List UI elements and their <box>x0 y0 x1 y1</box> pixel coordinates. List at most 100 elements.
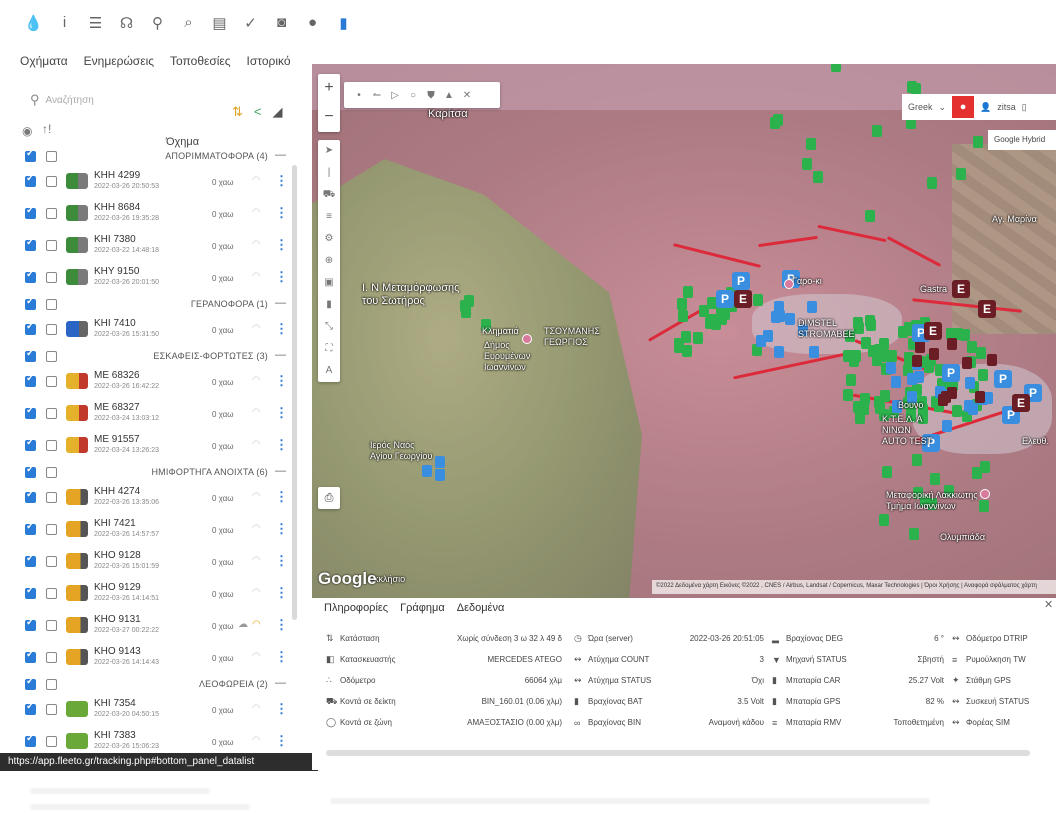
bin-marker[interactable] <box>868 345 878 357</box>
more-options-icon[interactable]: ⋮ <box>275 553 288 569</box>
vehicle-group[interactable]: ΕΣΚΑΦΕΙΣ-ΦΟΡΤΩΤΕΣ (3) — <box>22 346 290 366</box>
more-options-icon[interactable]: ⋮ <box>275 617 288 633</box>
bin-marker[interactable] <box>851 350 861 362</box>
poi-marker[interactable] <box>522 334 532 344</box>
share-icon[interactable]: < <box>254 104 262 120</box>
signal-icon[interactable]: ◢ <box>273 104 283 120</box>
bin-marker[interactable] <box>912 454 922 466</box>
bin-marker[interactable] <box>461 306 471 318</box>
vehicle-select-checkbox[interactable] <box>46 652 57 663</box>
group-select-checkbox[interactable] <box>46 351 57 362</box>
vehicle-row[interactable]: KHI 7410 2022-03-26 15:31:50 0 χαω ◠ ⋮ <box>22 314 290 346</box>
depot-marker[interactable] <box>938 394 948 406</box>
layers-icon[interactable]: ≡ <box>318 206 340 228</box>
tab-locations[interactable]: Τοποθεσίες <box>170 54 231 68</box>
bin-marker[interactable] <box>872 125 882 137</box>
parking-marker[interactable]: P <box>732 272 750 290</box>
vehicle-visible-checkbox[interactable] <box>25 521 36 535</box>
vehicle-marker[interactable] <box>435 456 445 468</box>
draw-close-icon[interactable]: ✕ <box>458 90 476 101</box>
depot-marker[interactable] <box>912 355 922 367</box>
vehicle-row[interactable]: KHO 9143 2022-03-26 14:14:43 0 χαω ◠ ⋮ <box>22 642 290 674</box>
vehicle-marker[interactable] <box>942 420 952 432</box>
more-options-icon[interactable]: ⋮ <box>275 489 288 505</box>
map-type-select[interactable]: Google Hybrid <box>988 130 1056 150</box>
vehicle-select-checkbox[interactable] <box>46 588 57 599</box>
camera-icon[interactable]: ◙ <box>266 14 297 32</box>
vehicle-marker[interactable] <box>886 362 896 374</box>
info-icon[interactable]: i <box>49 14 80 32</box>
tab-graph[interactable]: Γράφημα <box>400 602 445 614</box>
bin-marker[interactable] <box>683 286 693 298</box>
group-visible-checkbox[interactable] <box>25 296 36 310</box>
depot-marker[interactable] <box>975 391 985 403</box>
vehicle-visible-checkbox[interactable] <box>25 205 36 219</box>
tab-info[interactable]: Πληροφορίες <box>324 602 388 614</box>
draw-line-icon[interactable]: ↼ <box>368 90 386 101</box>
depot-marker[interactable] <box>929 348 939 360</box>
parking-marker[interactable]: P <box>994 370 1012 388</box>
pin-icon[interactable]: ⚲ <box>142 14 173 32</box>
group-select-checkbox[interactable] <box>46 679 57 690</box>
vehicle-row[interactable]: KHO 9128 2022-03-26 15:01:59 0 χαω ◠ ⋮ <box>22 546 290 578</box>
vehicle-row[interactable]: KHY 9150 2022-03-26 20:01:50 0 χαω ◠ ⋮ <box>22 262 290 294</box>
more-options-icon[interactable]: ⋮ <box>275 733 288 749</box>
user-name[interactable]: zitsa <box>997 102 1016 112</box>
bin-marker[interactable] <box>693 332 703 344</box>
vehicle-group[interactable]: ΛΕΟΦΩΡΕΙΑ (2) — <box>22 674 290 694</box>
vehicle-marker[interactable] <box>422 465 432 477</box>
antenna-icon[interactable]: ↑! <box>42 122 51 136</box>
check-icon[interactable]: ✓ <box>235 14 266 32</box>
more-options-icon[interactable]: ⋮ <box>275 205 288 221</box>
vehicle-marker[interactable] <box>785 313 795 325</box>
bin-marker[interactable] <box>677 298 687 310</box>
more-options-icon[interactable]: ⋮ <box>275 649 288 665</box>
vehicle-marker[interactable] <box>891 376 901 388</box>
collapse-icon[interactable]: — <box>275 677 286 689</box>
zoom-in-button[interactable]: + <box>318 74 340 103</box>
vehicle-select-checkbox[interactable] <box>46 376 57 387</box>
tab-updates[interactable]: Ενημερώσεις <box>84 54 154 68</box>
depot-marker[interactable] <box>915 341 925 353</box>
group-visible-checkbox[interactable] <box>25 676 36 690</box>
vehicle-row[interactable]: ME 68326 2022-03-26 16:42:22 0 χαω ◠ ⋮ <box>22 366 290 398</box>
vehicle-marker[interactable] <box>914 371 924 383</box>
depot-marker[interactable] <box>962 357 972 369</box>
bin-marker[interactable] <box>674 341 684 353</box>
bin-marker[interactable] <box>859 403 869 415</box>
search-box[interactable]: ⚲ Αναζήτηση <box>30 92 94 108</box>
bin-marker[interactable] <box>930 473 940 485</box>
bin-marker[interactable] <box>846 374 856 386</box>
bin-marker[interactable] <box>956 168 966 180</box>
vehicle-row[interactable]: KHH 4274 2022-03-26 13:35:06 0 χαω ◠ ⋮ <box>22 482 290 514</box>
bin-marker[interactable] <box>874 396 884 408</box>
vehicle-row[interactable]: ME 68327 2022-03-24 13:03:12 0 χαω ◠ ⋮ <box>22 398 290 430</box>
bin-marker[interactable] <box>678 310 688 322</box>
vehicle-row[interactable]: KHO 9131 2022-03-27 00:22:22 0 χαω ☁ ◠ ⋮ <box>22 610 290 642</box>
vehicle-visible-checkbox[interactable] <box>25 237 36 251</box>
vehicle-visible-checkbox[interactable] <box>25 553 36 567</box>
vehicle-select-checkbox[interactable] <box>46 704 57 715</box>
draw-arrow-icon[interactable]: ▷ <box>386 90 404 101</box>
depot-marker[interactable] <box>987 354 997 366</box>
tab-data[interactable]: Δεδομένα <box>457 602 505 614</box>
more-options-icon[interactable]: ⋮ <box>275 585 288 601</box>
bin-marker[interactable] <box>879 514 889 526</box>
vehicle-marker[interactable] <box>771 311 781 323</box>
vehicle-select-checkbox[interactable] <box>46 240 57 251</box>
bin-marker[interactable] <box>802 158 812 170</box>
drop-icon[interactable]: 💧 <box>18 14 49 32</box>
group-select-checkbox[interactable] <box>46 467 57 478</box>
shield-icon[interactable]: ⛟ <box>318 184 340 206</box>
alert-button[interactable]: ● <box>952 96 975 118</box>
more-options-icon[interactable]: ⋮ <box>275 173 288 189</box>
group-visible-checkbox[interactable] <box>25 348 36 362</box>
bin-marker[interactable] <box>705 317 715 329</box>
bin-marker[interactable] <box>854 322 864 334</box>
ruler-icon[interactable]: | <box>318 162 340 184</box>
bin-marker[interactable] <box>976 347 986 359</box>
depot-marker[interactable] <box>947 387 957 399</box>
bin-marker[interactable] <box>973 136 983 148</box>
group-select-checkbox[interactable] <box>46 299 57 310</box>
event-marker[interactable]: E <box>734 290 752 308</box>
